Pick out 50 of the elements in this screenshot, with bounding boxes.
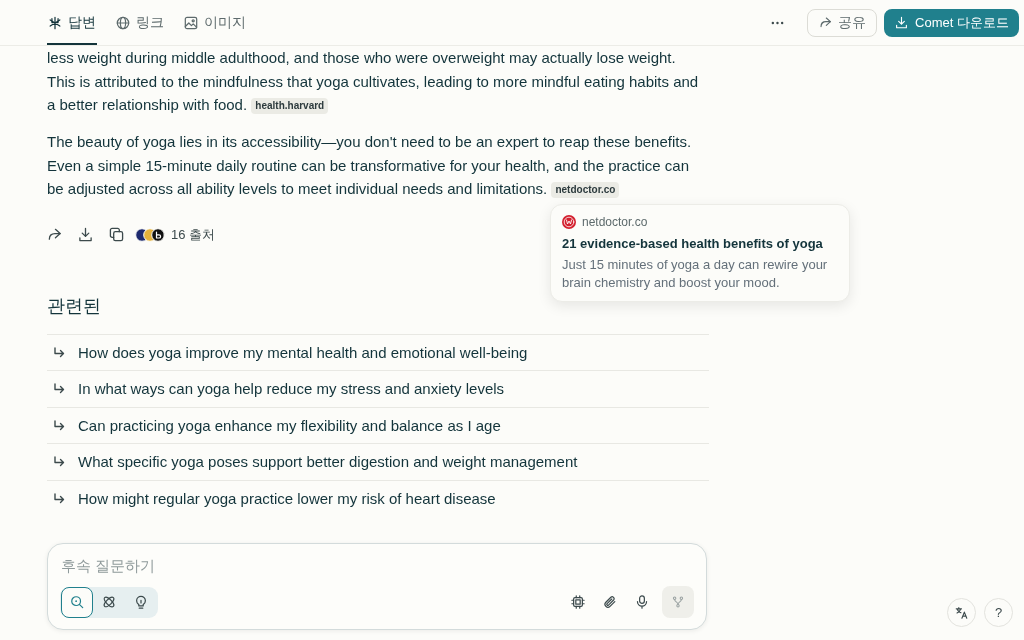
chip-icon <box>571 595 585 609</box>
related-question[interactable]: In what ways can yoga help reduce my stress and anxiety levels <box>47 370 709 407</box>
sources-button[interactable]: 16 출처 <box>135 225 216 244</box>
source-favicons-icon <box>135 227 165 242</box>
return-arrow-icon <box>53 383 65 395</box>
citation-link[interactable]: netdoctor.co <box>551 182 620 198</box>
share-button[interactable] <box>47 227 62 242</box>
asterisk-icon <box>48 15 62 30</box>
source-domain: netdoctor.co <box>582 214 648 230</box>
follow-up-field[interactable]: 후속 질문하기 <box>60 553 360 577</box>
crossed-loops-icon <box>102 595 116 609</box>
answer-paragraph: less weight during middle adulthood, and those who were overweight may actually lose weight. This is attributed to the mindfulness that yoga cultivates, leading to more mindful eating habits and a better relationship with food. health.harvard <box>47 48 700 116</box>
paperclip-icon <box>603 595 617 609</box>
copy-icon <box>109 227 124 242</box>
download-icon <box>78 227 93 242</box>
globe-icon <box>116 15 130 30</box>
related-question[interactable]: What specific yoga poses support better digestion and weight management <box>47 443 709 480</box>
download-button[interactable]: Comet 다운로드 <box>884 8 1019 37</box>
translate-icon <box>955 606 968 619</box>
answer-paragraph: The beauty of yoga lies in its accessibility—you don't need to be an expert to reap these benefits. Even a simple 15-minute daily routine can be transformative for your health, and the practice can be adjusted across all ability levels to meet individual needs and limitations. netdoctor.co <box>47 132 693 200</box>
related-question[interactable]: How does yoga improve my mental health and emotional well-being <box>47 333 709 370</box>
related-question[interactable]: Can practicing yoga enhance my flexibility and balance as I age <box>47 406 709 443</box>
tab[interactable]: 이미지 <box>183 0 247 45</box>
branch-icon <box>672 596 684 608</box>
lightbulb-icon <box>134 595 148 609</box>
share-arrow-icon <box>47 227 62 242</box>
return-arrow-icon <box>53 492 65 504</box>
share-arrow-icon <box>819 16 833 29</box>
source-snippet: Just 15 minutes of yoga a day can rewire your brain chemistry and boost your mood. <box>562 256 829 292</box>
tab[interactable]: 답변 <box>47 0 97 45</box>
section-heading: 관련된 <box>47 294 102 318</box>
copy-button[interactable] <box>109 227 124 242</box>
citation-link[interactable]: health.harvard <box>251 98 329 114</box>
return-arrow-icon <box>53 456 65 468</box>
download-button[interactable] <box>78 227 93 242</box>
image-icon <box>184 15 198 30</box>
microphone-icon <box>635 595 649 609</box>
help-button[interactable]: ? <box>984 598 1013 627</box>
site-favicon-icon <box>562 215 576 229</box>
translate-button[interactable] <box>947 598 976 627</box>
return-arrow-icon <box>53 346 65 358</box>
related-question[interactable]: How might regular yoga practice lower my risk of heart disease <box>47 479 709 516</box>
download-icon <box>895 16 909 29</box>
search-icon <box>70 595 84 609</box>
source-title: 21 evidence-based health benefits of yoga <box>562 235 824 253</box>
tab[interactable]: 링크 <box>115 0 165 45</box>
return-arrow-icon <box>53 419 65 431</box>
more-icon <box>771 20 785 25</box>
mode-button[interactable] <box>61 586 93 618</box>
share-button[interactable]: 공유 <box>807 8 878 37</box>
